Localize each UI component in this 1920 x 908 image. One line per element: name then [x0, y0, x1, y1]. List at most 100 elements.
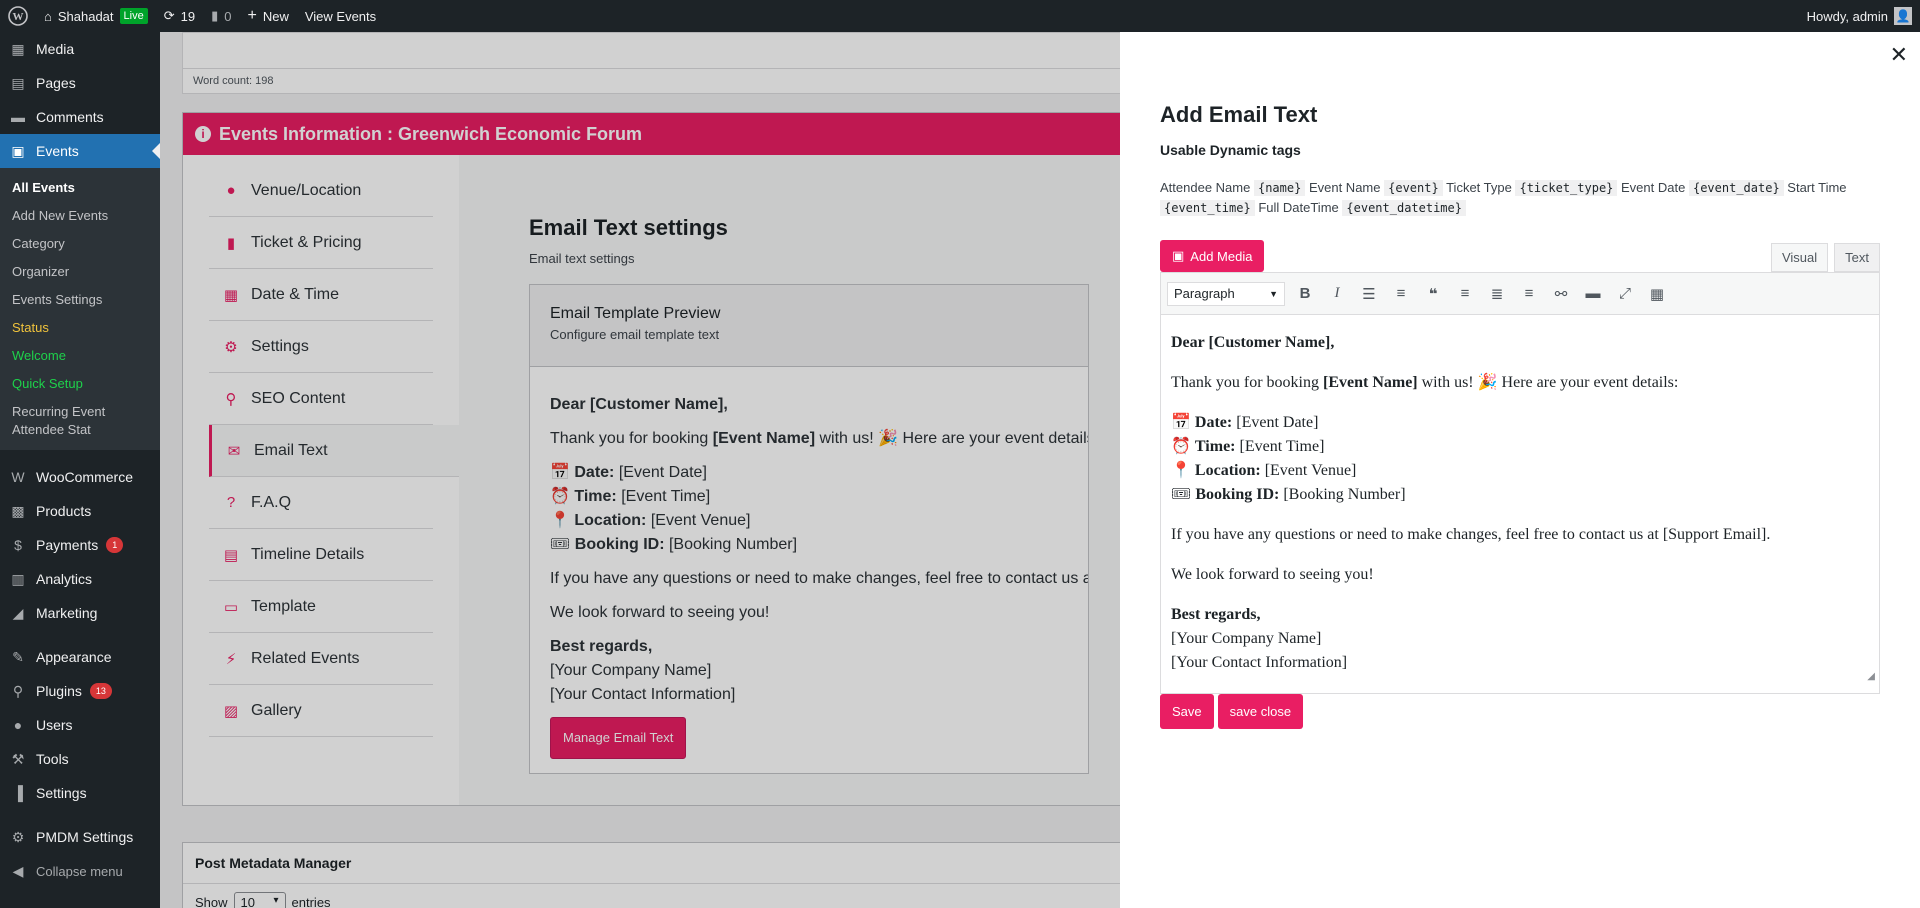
italic-icon[interactable]: I [1325, 282, 1349, 306]
howdy-text: Howdy, admin [1806, 8, 1888, 24]
add-media-button[interactable]: ▣ Add Media [1160, 240, 1265, 272]
menu-label: Payments [36, 537, 99, 553]
alarm-clock-emoji-icon: ⏰ [1171, 438, 1191, 455]
detail-label: Booking ID: [1195, 486, 1280, 503]
gear-icon: ⚙ [11, 828, 25, 845]
menu-item-events[interactable]: ▣ Events [0, 134, 160, 168]
admin-bar: W ⌂ Shahadat Live ⟳ 19 ▮ 0 + New View Ev… [0, 0, 1920, 32]
calendar-emoji-icon: 📅 [1171, 414, 1191, 431]
submenu-attendee-stat[interactable]: Attendee Stat [0, 421, 160, 444]
live-badge: Live [119, 8, 148, 24]
tab-visual[interactable]: Visual [1770, 243, 1829, 272]
toolbar-toggle-icon[interactable]: ▦ [1645, 282, 1669, 306]
menu-label: Tools [36, 751, 69, 767]
new-content-link[interactable]: + New [239, 0, 296, 32]
menu-label: WooCommerce [36, 469, 133, 485]
menu-label: Users [36, 717, 73, 733]
submenu-status[interactable]: Status [0, 314, 160, 342]
menu-label: Comments [36, 109, 104, 125]
tag-label: Attendee Name [1160, 180, 1251, 195]
menu-label: Appearance [36, 649, 112, 665]
tag-code: {event} [1384, 180, 1443, 196]
email-detail-row: ⏰ Time: [Event Time] [1171, 435, 1869, 459]
link-icon[interactable]: ⚯ [1549, 282, 1573, 306]
menu-item-tools[interactable]: ⚒ Tools [0, 742, 160, 776]
close-icon[interactable]: ✕ [1890, 42, 1908, 68]
align-left-icon[interactable]: ≡ [1453, 282, 1477, 306]
bold-icon[interactable]: B [1293, 282, 1317, 306]
modal-backdrop[interactable] [160, 32, 1120, 908]
email-detail-row: 📍 Location: [Event Venue] [1171, 459, 1869, 483]
email-greeting: Dear [Customer Name], [1171, 334, 1335, 351]
updates-link[interactable]: ⟳ 19 [156, 0, 203, 32]
plus-icon: + [247, 7, 257, 24]
detail-value: [Event Time] [1235, 438, 1325, 455]
detail-label: Location: [1194, 462, 1261, 479]
email-detail-row: 📅 Date: [Event Date] [1171, 411, 1869, 435]
pin-emoji-icon: 📍 [1171, 462, 1191, 479]
menu-item-comments[interactable]: ▬ Comments [0, 100, 160, 134]
submenu-quick-setup[interactable]: Quick Setup [0, 370, 160, 398]
view-events-link[interactable]: View Events [297, 0, 384, 32]
submenu-all-events[interactable]: All Events [0, 174, 160, 202]
events-submenu: All Events Add New Events Category Organ… [0, 168, 160, 450]
comment-bubble-icon: ▮ [211, 8, 219, 23]
menu-item-settings[interactable]: ▐ Settings [0, 776, 160, 810]
detail-label: Date: [1194, 414, 1233, 431]
email-look-forward: We look forward to seeing you! [1171, 566, 1374, 583]
submenu-welcome[interactable]: Welcome [0, 342, 160, 370]
my-account[interactable]: Howdy, admin 👤 [1807, 7, 1920, 25]
avatar: 👤 [1894, 7, 1912, 25]
tools-icon: ⚒ [11, 750, 25, 767]
modal-actions: Save save close [1160, 694, 1880, 729]
menu-item-analytics[interactable]: ▥ Analytics [0, 562, 160, 596]
editor-content[interactable]: Dear [Customer Name], Thank you for book… [1161, 315, 1879, 693]
pages-icon: ▤ [11, 74, 25, 91]
menu-item-plugins[interactable]: ⚲ Plugins 13 [0, 674, 160, 708]
submenu-organizer[interactable]: Organizer [0, 258, 160, 286]
menu-item-payments[interactable]: $ Payments 1 [0, 528, 160, 562]
email-questions: If you have any questions or need to mak… [1171, 526, 1771, 543]
menu-item-pages[interactable]: ▤ Pages [0, 66, 160, 100]
menu-separator [0, 630, 160, 640]
menu-label: Products [36, 503, 92, 519]
menu-item-appearance[interactable]: ✎ Appearance [0, 640, 160, 674]
wordpress-logo-icon[interactable]: W [0, 0, 36, 32]
menu-item-pmdm-settings[interactable]: ⚙ PMDM Settings [0, 820, 160, 854]
read-more-icon[interactable]: ▬ [1581, 282, 1605, 306]
menu-item-woocommerce[interactable]: W WooCommerce [0, 460, 160, 494]
tab-text[interactable]: Text [1834, 243, 1880, 272]
media-row: ▣ Add Media Visual Text [1160, 240, 1880, 272]
submenu-category[interactable]: Category [0, 230, 160, 258]
editor-toolbar: Paragraph ▼ B I ☰ ≡ ❝ ≡ ≣ ≡ ⚯ ▬ ⤢ ▦ [1161, 273, 1879, 315]
fullscreen-icon[interactable]: ⤢ [1613, 282, 1637, 306]
align-right-icon[interactable]: ≡ [1517, 282, 1541, 306]
save-close-button[interactable]: save close [1217, 694, 1304, 729]
marketing-icon: ◢ [12, 604, 24, 621]
collapse-menu-button[interactable]: ◀ Collapse menu [0, 854, 160, 888]
resize-handle-icon[interactable]: ◢ [1867, 665, 1875, 689]
menu-label: PMDM Settings [36, 829, 134, 845]
submenu-recurring-event[interactable]: Recurring Event [0, 398, 160, 421]
format-select[interactable]: Paragraph ▼ [1167, 281, 1285, 306]
align-center-icon[interactable]: ≣ [1485, 282, 1509, 306]
menu-item-products[interactable]: ▩ Products [0, 494, 160, 528]
products-icon: ▩ [11, 502, 25, 519]
menu-item-users[interactable]: ● Users [0, 708, 160, 742]
blockquote-icon[interactable]: ❝ [1421, 282, 1445, 306]
site-name-link[interactable]: ⌂ Shahadat Live [36, 0, 156, 32]
comments-link[interactable]: ▮ 0 [203, 0, 239, 32]
detail-value: [Booking Number] [1279, 486, 1406, 503]
menu-item-media[interactable]: ▦ Media [0, 32, 160, 66]
submenu-events-settings[interactable]: Events Settings [0, 286, 160, 314]
submenu-add-new-events[interactable]: Add New Events [0, 202, 160, 230]
menu-label: Events [36, 143, 79, 159]
plugins-icon: ⚲ [12, 682, 24, 699]
bullet-list-icon[interactable]: ☰ [1357, 282, 1381, 306]
payments-icon: $ [14, 537, 22, 553]
appearance-icon: ✎ [12, 648, 24, 665]
menu-item-marketing[interactable]: ◢ Marketing [0, 596, 160, 630]
save-button[interactable]: Save [1160, 694, 1214, 729]
comments-icon: ▬ [11, 109, 25, 125]
numbered-list-icon[interactable]: ≡ [1389, 282, 1413, 306]
